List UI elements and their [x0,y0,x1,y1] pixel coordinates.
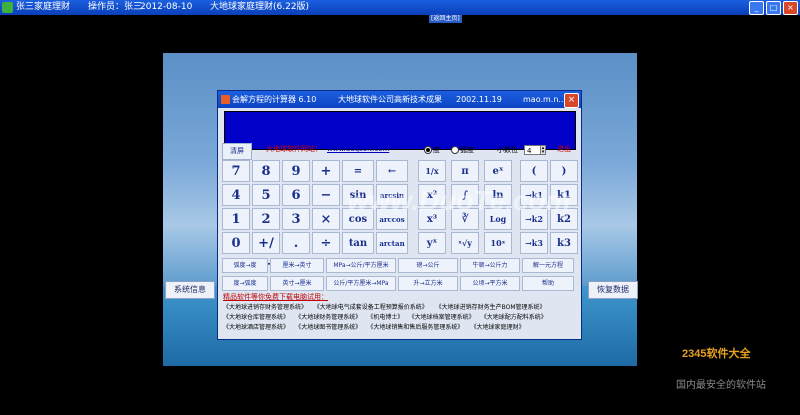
key-3-0[interactable]: 0 [222,232,250,254]
key-3-5[interactable]: arctan [376,232,408,254]
product-link[interactable]: 《大地球销售和售后服务管理系统》 [367,324,463,332]
site-label: 大地球软件网站： [266,145,322,153]
notice-text: 精品软件等你免费下载电脑试用： [223,293,328,301]
key-0-3[interactable]: + [312,160,340,182]
key-0-0[interactable]: 7 [222,160,250,182]
conversion-button-1-1[interactable]: 英寸→厘米 [270,276,324,291]
key-3-1[interactable]: +/− [252,232,280,272]
key-0-8[interactable]: eˣ [484,160,512,182]
app-icon [2,2,13,13]
conversion-button-0-5[interactable]: 解一元方程 [522,258,574,273]
conversion-button-1-3[interactable]: 升→立方米 [398,276,458,291]
key-1-0[interactable]: 4 [222,184,250,206]
key-3-4[interactable]: tan [342,232,374,254]
conversion-button-1-2[interactable]: 公斤/平方厘米→MPa [326,276,396,291]
key-3-2[interactable]: . [282,232,310,254]
key-3-9[interactable]: →k3 [520,232,548,254]
key-0-6[interactable]: 1/x [418,160,446,182]
conversion-button-0-2[interactable]: MPa→公斤/平方厘米 [326,258,396,273]
product-link[interactable]: 《机电博士》 [367,314,403,322]
company-label: 大地球软件公司高新技术成果 [338,95,442,104]
key-3-8[interactable]: 10ˣ [484,232,512,254]
product-link[interactable]: 《大地球仓库管理系统》 [223,314,289,322]
key-2-0[interactable]: 1 [222,208,250,230]
decimals-input[interactable]: 4 [524,145,541,155]
watermark-brand: 2345软件大全 [682,348,751,360]
version-date: 2002.11.19 [456,95,502,104]
key-3-7[interactable]: ˣ√y [451,232,479,254]
minimize-button[interactable]: _ [749,1,764,15]
product-link[interactable]: 《大地球配方配料系统》 [481,314,547,322]
conversion-button-0-1[interactable]: 厘米→英寸 [270,258,324,273]
calculator-icon [221,95,230,104]
key-2-1[interactable]: 2 [252,208,280,230]
key-3-6[interactable]: yˣ [418,232,446,254]
key-2-3[interactable]: × [312,208,340,230]
key-1-1[interactable]: 5 [252,184,280,206]
key-2-2[interactable]: 3 [282,208,310,230]
clear-button[interactable]: 清屏 [222,143,252,160]
maximize-button[interactable]: □ [766,1,781,15]
product-title: 大地球家庭理财(6.22版) [210,2,310,12]
key-3-10[interactable]: k3 [550,232,578,254]
product-link[interactable]: 《大地球家庭理财》 [471,324,525,332]
decimals-label: 小数位 [497,146,518,154]
calculator-titlebar: 会解方程的计算器 6.10 大地球软件公司高新技术成果 2002.11.19 m… [218,91,581,108]
product-link[interactable]: 《大地球进销存财务生产BOM管理系统》 [436,304,546,312]
date-label: 2012-08-10 [140,2,193,12]
author-label: mao.m.n... [523,95,567,104]
key-0-10[interactable]: ) [550,160,578,182]
degree-radio[interactable] [424,146,432,154]
watermark-site: www.DuoTe.com [347,185,571,216]
close-button[interactable]: × [783,1,798,15]
product-link[interactable]: 《大地球图书管理系统》 [295,324,361,332]
exit-button[interactable]: 退出 [557,143,571,155]
key-0-1[interactable]: 8 [252,160,280,182]
operator-label: 操作员：张三 [88,2,143,12]
app-title: 张三家庭理财 [16,2,71,12]
key-1-3[interactable]: − [312,184,340,206]
radian-radio[interactable] [451,146,459,154]
window-titlebar: 张三家庭理财 操作员：张三 2012-08-10 大地球家庭理财(6.22版) … [0,0,800,15]
product-link[interactable]: 《大地球电气成套设备工程预算报价系统》 [314,304,428,312]
restore-data-button[interactable]: 恢复数据 [588,281,638,299]
system-info-button[interactable]: 系统信息 [165,281,215,299]
conversion-button-1-4[interactable]: 公顷→平方米 [460,276,520,291]
product-link[interactable]: 《大地球酒店管理系统》 [223,324,289,332]
site-link[interactable]: www.ddqsoft.com [327,143,389,155]
home-link[interactable]: [返回主页] [429,15,462,23]
calculator-close-button[interactable]: × [564,93,579,108]
product-link[interactable]: 《大地球进销存财务管理系统》 [223,304,307,312]
key-0-4[interactable]: = [342,160,374,182]
watermark-slogan: 国内最安全的软件站 [676,380,766,391]
key-0-5[interactable]: ← [376,160,408,182]
key-0-9[interactable]: ( [520,160,548,182]
key-3-3[interactable]: ÷ [312,232,340,254]
decimals-stepper[interactable]: ▴ ▾ [540,145,546,155]
calculator-title: 会解方程的计算器 6.10 [232,95,317,104]
degree-label: 度 [433,146,440,154]
conversion-button-0-0[interactable]: 弧度→度 [222,258,268,273]
conversion-button-0-4[interactable]: 牛顿→公斤力 [460,258,520,273]
key-0-2[interactable]: 9 [282,160,310,182]
conversion-button-1-5[interactable]: 帮助 [522,276,574,291]
key-0-7[interactable]: π [451,160,479,182]
key-1-2[interactable]: 6 [282,184,310,206]
radian-label: 弧度 [460,146,474,154]
product-link[interactable]: 《大地球财务管理系统》 [295,314,361,322]
conversion-button-1-0[interactable]: 度→弧度 [222,276,268,291]
product-link[interactable]: 《大地球档案管理系统》 [409,314,475,322]
conversion-button-0-3[interactable]: 磅→公斤 [398,258,458,273]
